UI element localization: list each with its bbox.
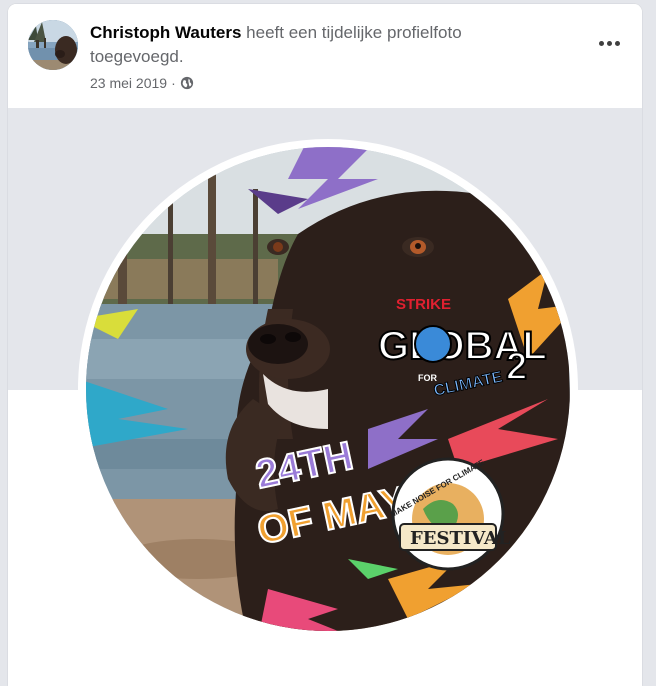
avatar-image — [28, 20, 78, 70]
logo-number-text: 2 — [506, 346, 527, 388]
author-avatar[interactable] — [28, 20, 78, 70]
author-name[interactable]: Christoph Wauters — [90, 23, 241, 42]
festival-text: FESTIVAL — [410, 528, 511, 549]
post-header: Christoph Wauters heeft een tijdelijke p… — [8, 4, 642, 108]
post-card: Christoph Wauters heeft een tijdelijke p… — [8, 4, 642, 686]
profile-photo[interactable]: STRIKE GLOBAL FOR CLIMATE 2 24TH OF MAY … — [78, 139, 578, 639]
logo-for-text: FOR — [418, 373, 437, 383]
globe-icon[interactable] — [180, 76, 194, 90]
post-meta: 23 mei 2019 · — [90, 75, 194, 91]
meta-separator: · — [171, 75, 176, 91]
post-headline: Christoph Wauters heeft een tijdelijke p… — [90, 21, 530, 69]
logo-strike-text: STRIKE — [396, 296, 451, 313]
more-options-icon[interactable] — [594, 32, 624, 54]
post-date[interactable]: 23 mei 2019 — [90, 75, 167, 91]
